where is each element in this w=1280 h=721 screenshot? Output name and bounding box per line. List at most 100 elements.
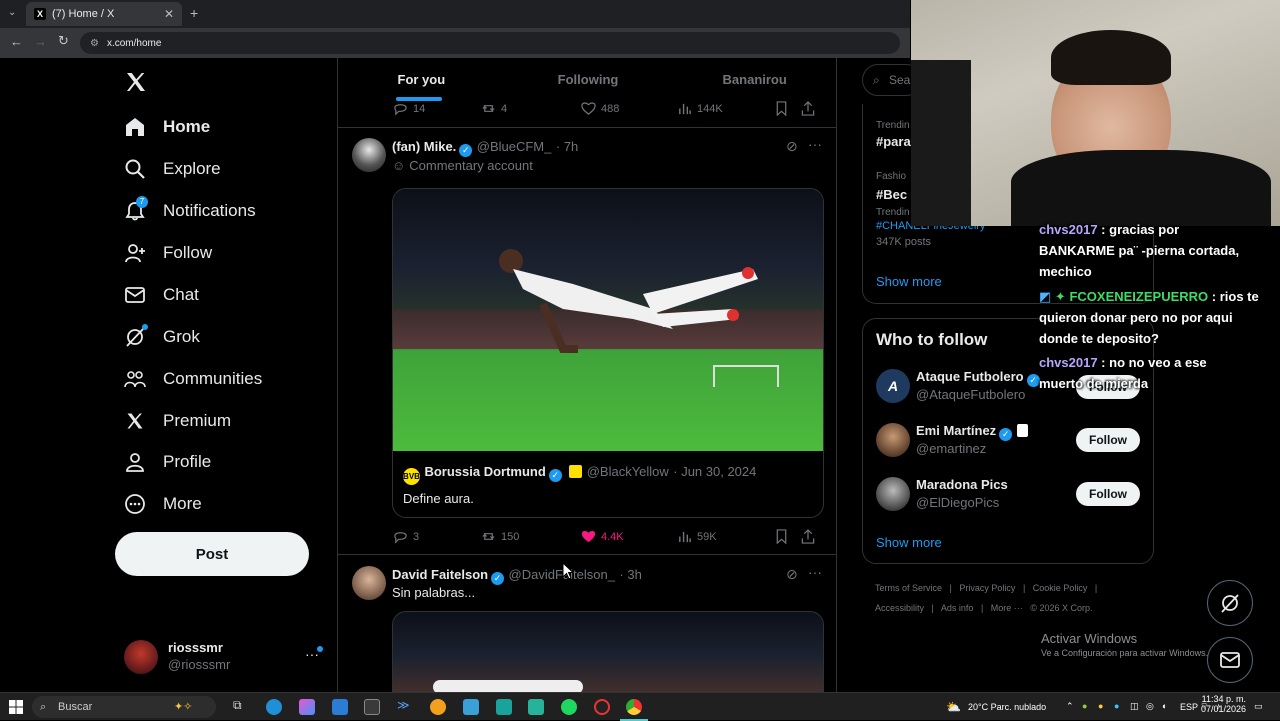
user-handle[interactable]: @ElDiegoPics: [916, 495, 999, 510]
follow-button[interactable]: Follow: [1076, 482, 1140, 506]
trend-name[interactable]: #para: [876, 134, 911, 149]
reload-icon[interactable]: ↻: [58, 33, 69, 49]
post-author-handle[interactable]: @BlueCFM_: [477, 139, 552, 154]
tab-bananirou[interactable]: Bananirou: [671, 58, 836, 102]
accessibility-link[interactable]: Accessibility: [875, 603, 924, 613]
browser-tab[interactable]: X (7) Home / X ✕: [26, 2, 182, 26]
vscode-icon[interactable]: ≫: [397, 698, 413, 714]
clock[interactable]: 11:34 p. m. 07/01/2026: [1200, 694, 1246, 714]
windows-start-icon[interactable]: [9, 700, 23, 714]
obs-icon[interactable]: [594, 699, 610, 715]
post-author-avatar[interactable]: [352, 138, 386, 172]
reply-button[interactable]: 14: [393, 101, 481, 116]
sidebar-item-chat[interactable]: Chat: [124, 277, 199, 313]
new-tab-icon[interactable]: +: [190, 5, 198, 21]
app-green-icon[interactable]: [528, 699, 544, 715]
ads-info-link[interactable]: Ads info: [941, 603, 974, 613]
sidebar-item-more[interactable]: More: [124, 486, 202, 522]
tab-close-icon[interactable]: ✕: [164, 7, 174, 21]
weather-text[interactable]: 20°C Parc. nublado: [968, 702, 1046, 712]
tray-app-icon[interactable]: ●: [1114, 701, 1119, 711]
grok-floating-button[interactable]: [1207, 580, 1253, 626]
forward-icon[interactable]: →: [34, 34, 47, 49]
repost-button[interactable]: 4: [481, 101, 581, 116]
spotify-icon[interactable]: [561, 699, 577, 715]
user-name[interactable]: Emi Martínez ✓: [916, 423, 1029, 441]
views-button[interactable]: 144K: [677, 101, 775, 116]
grok-explain-icon[interactable]: ⊘: [786, 138, 798, 155]
bookmark-button[interactable]: [775, 529, 801, 544]
site-info-icon[interactable]: ⚙: [90, 38, 99, 49]
user-avatar[interactable]: A: [876, 369, 910, 403]
post-time[interactable]: · 7h: [556, 139, 578, 154]
like-button[interactable]: 4.4K: [581, 529, 677, 544]
edge-icon[interactable]: [266, 699, 282, 715]
show-more-link[interactable]: Show more: [876, 274, 942, 289]
follow-button[interactable]: Follow: [1076, 428, 1140, 452]
cookie-link[interactable]: Cookie Policy: [1033, 583, 1088, 593]
chrome-icon[interactable]: [626, 699, 642, 715]
tab-search-chevron-icon[interactable]: ⌄: [8, 7, 16, 18]
tray-app-icon[interactable]: ●: [1098, 701, 1103, 711]
show-more-link[interactable]: Show more: [876, 535, 942, 550]
outlook-icon[interactable]: [332, 699, 348, 715]
post-time[interactable]: · 3h: [619, 567, 641, 582]
back-icon[interactable]: ←: [10, 34, 23, 49]
tab-following[interactable]: Following: [505, 58, 672, 102]
sidebar-item-grok[interactable]: Grok: [124, 319, 200, 355]
account-switcher[interactable]: riosssmr @riosssmr: [168, 640, 230, 672]
tab-for-you[interactable]: For you: [338, 58, 505, 102]
language-indicator[interactable]: ESP: [1180, 702, 1198, 712]
sidebar-item-premium[interactable]: Premium: [124, 403, 231, 439]
sidebar-item-communities[interactable]: Communities: [124, 361, 262, 397]
post-media-image[interactable]: [392, 611, 824, 692]
app-teal-icon[interactable]: [496, 699, 512, 715]
post-more-icon[interactable]: ···: [808, 564, 822, 580]
post-button[interactable]: Post: [115, 532, 309, 576]
user-handle[interactable]: @AtaqueFutbolero: [916, 387, 1025, 402]
account-avatar[interactable]: [124, 640, 158, 674]
tray-app-icon[interactable]: ◫: [1130, 701, 1139, 712]
post-author-name[interactable]: (fan) Mike.: [392, 139, 456, 154]
sidebar-item-follow[interactable]: Follow: [124, 235, 212, 271]
post-author-avatar[interactable]: [352, 566, 386, 600]
tray-chevron-icon[interactable]: ⌃: [1066, 701, 1074, 712]
volume-icon[interactable]: ◐: [1162, 701, 1167, 711]
sidebar-item-notifications[interactable]: 7 Notifications: [124, 193, 256, 229]
user-avatar[interactable]: [876, 423, 910, 457]
grok-explain-icon[interactable]: ⊘: [786, 566, 798, 583]
app-circle-icon[interactable]: [430, 699, 446, 715]
like-button[interactable]: 488: [581, 101, 677, 116]
share-button[interactable]: [801, 101, 820, 116]
x-logo-icon[interactable]: [124, 70, 148, 94]
user-name[interactable]: Ataque Futbolero ✓: [916, 369, 1040, 387]
task-view-icon[interactable]: ⧉: [233, 698, 249, 714]
taskbar-search-input[interactable]: ⌕ Buscar ✦✧: [32, 696, 216, 718]
more-link[interactable]: More ···: [991, 603, 1023, 613]
notifications-icon[interactable]: ▭: [1254, 701, 1263, 712]
store-icon[interactable]: [364, 699, 380, 715]
bookmark-button[interactable]: [775, 101, 801, 116]
post-author-name[interactable]: David Faitelson: [392, 567, 488, 582]
tray-app-icon[interactable]: ●: [1082, 701, 1087, 711]
sidebar-item-explore[interactable]: Explore: [124, 151, 221, 187]
privacy-link[interactable]: Privacy Policy: [959, 583, 1015, 593]
trend-name[interactable]: #Bec: [876, 187, 907, 202]
app-paper-icon[interactable]: [463, 699, 479, 715]
sidebar-item-home[interactable]: Home: [124, 109, 210, 145]
quoted-media-image[interactable]: [393, 189, 823, 451]
share-button[interactable]: [801, 529, 820, 544]
sidebar-item-profile[interactable]: Profile: [124, 444, 211, 480]
terms-link[interactable]: Terms of Service: [875, 583, 942, 593]
tray-app-icon[interactable]: ◎: [1146, 701, 1154, 712]
user-name[interactable]: Maradona Pics: [916, 477, 1008, 492]
repost-button[interactable]: 150: [481, 529, 581, 544]
user-avatar[interactable]: [876, 477, 910, 511]
copilot-icon[interactable]: [299, 699, 315, 715]
views-button[interactable]: 59K: [677, 529, 775, 544]
post-more-icon[interactable]: ···: [808, 136, 822, 152]
user-handle[interactable]: @emartinez: [916, 441, 986, 456]
quote-card[interactable]: BVB Borussia Dortmund ✓ @BlackYellow · Ju…: [392, 188, 824, 518]
messages-floating-button[interactable]: [1207, 637, 1253, 683]
reply-button[interactable]: 3: [393, 529, 481, 544]
